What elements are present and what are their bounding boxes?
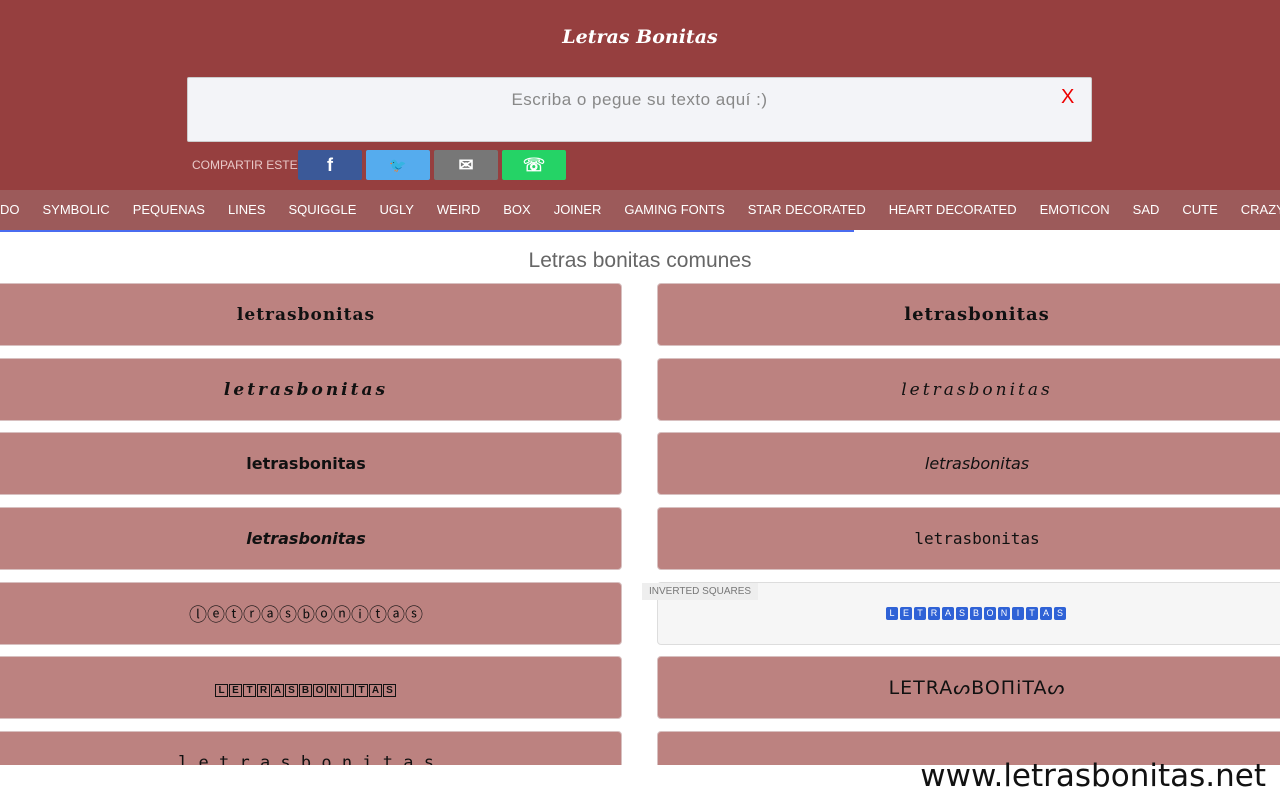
nav-item[interactable]: DO [0, 190, 20, 230]
nav-item[interactable]: JOINER [554, 190, 602, 230]
font-sample: letrasbonitas [924, 454, 1030, 473]
nav-item[interactable]: CRAZY AND SYMB [1241, 190, 1280, 230]
font-sample: LETRASBONITAS [886, 601, 1068, 621]
nav-item[interactable]: BOX [503, 190, 530, 230]
nav-scroll-indicator [0, 230, 854, 232]
letter-box: S [285, 683, 298, 697]
font-card[interactable]: letrasbonitas [657, 358, 1280, 421]
font-card[interactable]: letrasbonitas [657, 283, 1280, 346]
font-card[interactable]: letrasbonitas [0, 358, 622, 421]
letter-box: R [257, 683, 270, 697]
letter-box: E [900, 607, 912, 620]
nav-item[interactable]: UGLY [379, 190, 413, 230]
letter-box: N [998, 607, 1010, 620]
letter-box: B [299, 683, 312, 697]
letter-box: T [355, 683, 368, 697]
letter-box: A [1040, 607, 1052, 620]
watermark: www.letrasbonitas.net [920, 758, 1266, 794]
letter-box: L [215, 683, 228, 697]
letter-box: L [886, 607, 898, 620]
text-input[interactable] [187, 77, 1092, 142]
facebook-share-button[interactable]: f [298, 150, 362, 180]
letter-box: S [1054, 607, 1066, 620]
clear-button[interactable]: X [1061, 86, 1074, 109]
font-sample: letrasbonitas [914, 529, 1040, 548]
font-card[interactable]: letrasbonitas [657, 507, 1280, 570]
letter-box: O [984, 607, 996, 620]
font-sample: LETRASBONITAS [215, 678, 397, 698]
nav-item[interactable]: PEQUENAS [133, 190, 205, 230]
letter-box: T [914, 607, 926, 620]
nav-item[interactable]: HEART DECORATED [889, 190, 1017, 230]
nav-item[interactable]: SAD [1133, 190, 1160, 230]
letter-box: A [369, 683, 382, 697]
letter-box: S [383, 683, 396, 697]
font-card[interactable]: letrasbonitas [657, 432, 1280, 495]
font-sample: letrasbonitas [901, 379, 1053, 400]
font-sample: letrasbonitas [904, 304, 1050, 325]
category-nav: DO SYMBOLIC PEQUENAS LINES SQUIGGLE UGLY WEIRD… [0, 190, 1280, 230]
letter-box: S [956, 607, 968, 620]
nav-item[interactable]: SYMBOLIC [43, 190, 110, 230]
nav-item[interactable]: STAR DECORATED [748, 190, 866, 230]
letter-box: O [313, 683, 326, 697]
letter-box: A [942, 607, 954, 620]
letter-box: B [970, 607, 982, 620]
whatsapp-share-button[interactable]: ☏ [502, 150, 566, 180]
nav-item[interactable]: GAMING FONTS [624, 190, 724, 230]
font-card[interactable]: LETRASBONITAS [0, 656, 622, 719]
letter-box: A [271, 683, 284, 697]
letter-box: R [928, 607, 940, 620]
font-sample: letrasbonitas [236, 304, 376, 325]
facebook-icon: f [327, 154, 333, 175]
nav-item[interactable]: SQUIGGLE [289, 190, 357, 230]
letter-box: N [327, 683, 340, 697]
font-sample: letrasbonitas [223, 379, 389, 400]
font-card[interactable]: letrasbonitas [0, 507, 622, 570]
letter-box: T [243, 683, 256, 697]
email-share-button[interactable]: ✉ [434, 150, 498, 180]
section-title: Letras bonitas comunes [528, 249, 752, 272]
share-label: COMPARTIR ESTE: [192, 158, 301, 172]
site-title: Letras Bonitas [562, 26, 718, 48]
font-sample: LETRAᔕBOПiTAᔕ [888, 676, 1066, 699]
nav-item[interactable]: WEIRD [437, 190, 480, 230]
twitter-share-button[interactable]: 🐦 [366, 150, 430, 180]
nav-item[interactable]: EMOTICON [1040, 190, 1110, 230]
font-card[interactable]: ⓛⓔⓣⓡⓐⓢⓑⓞⓝⓘⓣⓐⓢ [0, 582, 622, 645]
letter-box: I [341, 683, 354, 697]
whatsapp-icon: ☏ [522, 154, 546, 175]
twitter-icon: 🐦 [389, 156, 407, 173]
header: Letras Bonitas X COMPARTIR ESTE: f 🐦 ✉ ☏ [0, 0, 1280, 190]
font-sample: letrasbonitas [246, 454, 366, 473]
font-sample: letrasbonitas [246, 529, 366, 548]
font-card[interactable]: letrasbonitas [0, 432, 622, 495]
letter-box: E [229, 683, 242, 697]
nav-item[interactable]: LINES [228, 190, 266, 230]
font-style-label: INVERTED SQUARES [642, 583, 759, 600]
font-sample: ⓛⓔⓣⓡⓐⓢⓑⓞⓝⓘⓣⓐⓢ [189, 604, 423, 626]
letter-box: T [1026, 607, 1038, 620]
nav-item[interactable]: CUTE [1182, 190, 1217, 230]
font-card[interactable]: LETRAᔕBOПiTAᔕ [657, 656, 1280, 719]
letter-box: I [1012, 607, 1024, 620]
font-card[interactable]: letrasbonitas [0, 283, 622, 346]
email-icon: ✉ [458, 154, 474, 175]
